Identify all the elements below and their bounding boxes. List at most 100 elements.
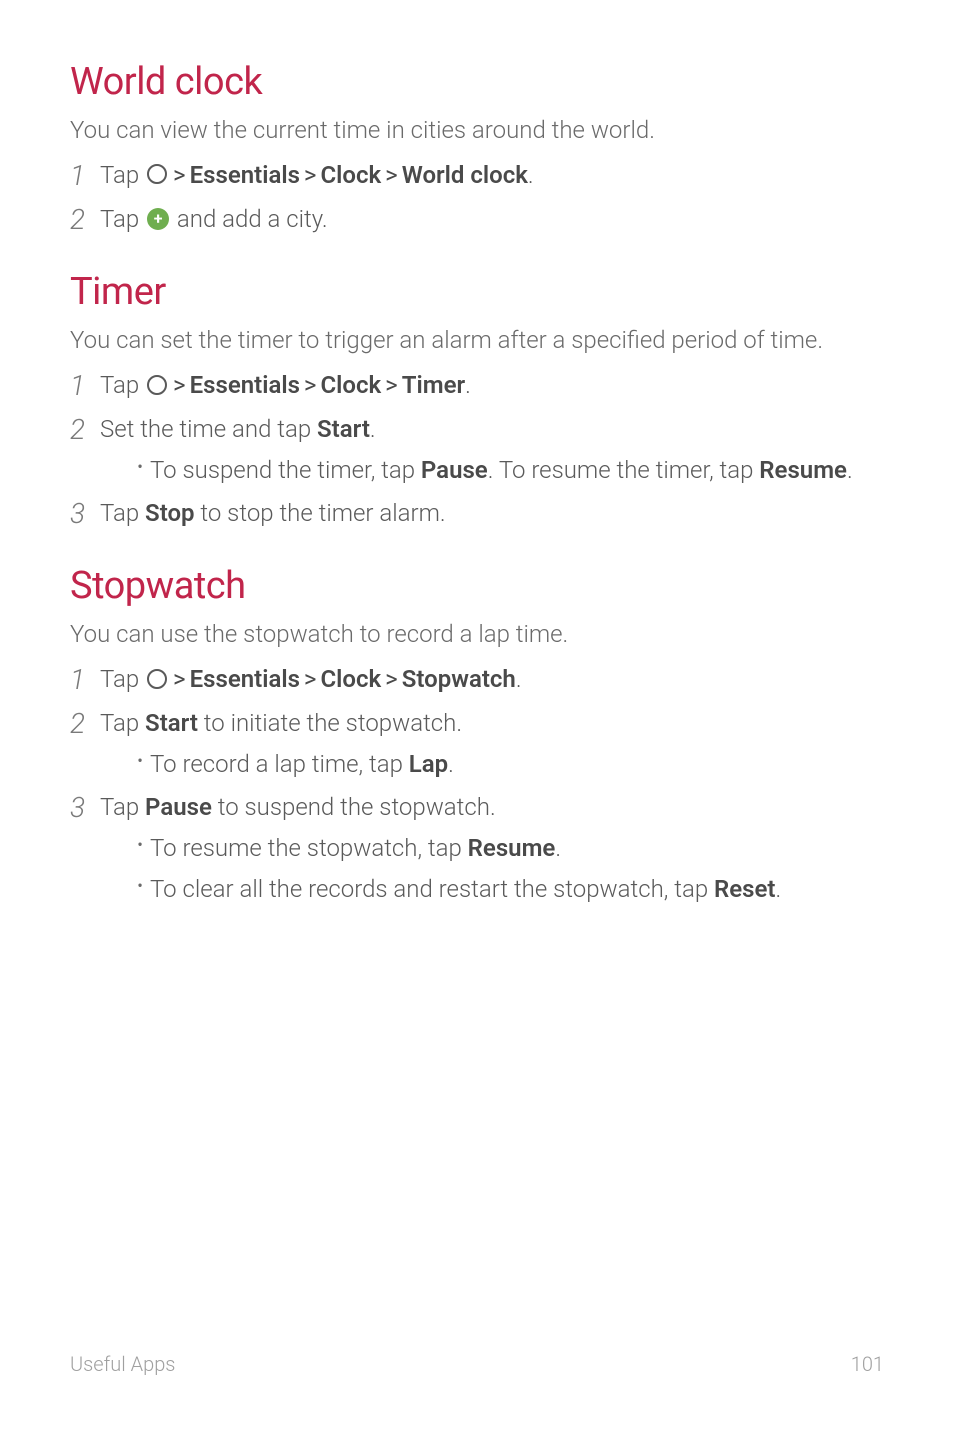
home-circle-icon <box>147 669 167 689</box>
step-number: 3 <box>70 790 100 826</box>
breadcrumb-separator: > <box>304 371 317 399</box>
breadcrumb-stopwatch: Stopwatch <box>402 665 516 693</box>
step-body: Tap >Essentials>Clock>Stopwatch. <box>100 662 884 697</box>
breadcrumb-clock: Clock <box>320 665 381 693</box>
bullet-item: • To clear all the records and restart t… <box>130 872 884 907</box>
step-body: Tap Pause to suspend the stopwatch. • To… <box>100 790 884 906</box>
breadcrumb-separator: > <box>385 371 398 399</box>
bullet-dot-icon: • <box>130 453 150 484</box>
step-number: 2 <box>70 706 100 742</box>
step-body: Tap Stop to stop the timer alarm. <box>100 496 884 531</box>
breadcrumb-essentials: Essentials <box>190 371 300 399</box>
breadcrumb-separator: > <box>385 665 398 693</box>
heading-timer: Timer <box>70 270 884 314</box>
text-tap: Tap <box>100 499 145 527</box>
label-reset: Reset <box>714 875 775 903</box>
bullet-dot-icon: • <box>130 747 150 778</box>
text-period: . <box>528 161 534 189</box>
breadcrumb-separator: > <box>304 665 317 693</box>
footer-section-name: Useful Apps <box>70 1352 175 1376</box>
text-period: . <box>847 456 853 484</box>
label-resume: Resume <box>468 834 556 862</box>
breadcrumb-essentials: Essentials <box>190 665 300 693</box>
step-number: 2 <box>70 412 100 448</box>
text-initiate: to initiate the stopwatch. <box>198 709 462 737</box>
text-record-lap: To record a lap time, tap <box>150 750 409 778</box>
step-t-3: 3 Tap Stop to stop the timer alarm. <box>70 496 884 532</box>
bullet-body: To resume the stopwatch, tap Resume. <box>150 831 884 866</box>
text-stop-timer: to stop the timer alarm. <box>195 499 446 527</box>
breadcrumb-separator: > <box>173 371 186 399</box>
text-tap: Tap <box>100 371 145 399</box>
step-body: Tap >Essentials>Clock>World clock. <box>100 158 884 193</box>
bullet-dot-icon: • <box>130 831 150 862</box>
footer-page-number: 101 <box>851 1352 884 1376</box>
breadcrumb-separator: > <box>304 161 317 189</box>
breadcrumb-timer: Timer <box>402 371 465 399</box>
breadcrumb-separator: > <box>173 665 186 693</box>
step-number: 1 <box>70 368 100 404</box>
step-sw-3: 3 Tap Pause to suspend the stopwatch. • … <box>70 790 884 906</box>
text-tap: Tap <box>100 665 145 693</box>
text-set-time: Set the time and tap <box>100 415 317 443</box>
label-pause: Pause <box>145 793 212 821</box>
text-period: . <box>465 371 471 399</box>
breadcrumb-clock: Clock <box>320 371 381 399</box>
label-start: Start <box>317 415 370 443</box>
step-number: 1 <box>70 662 100 698</box>
step-number: 1 <box>70 158 100 194</box>
step-t-1: 1 Tap >Essentials>Clock>Timer. <box>70 368 884 404</box>
page-content: World clock You can view the current tim… <box>0 0 954 906</box>
text-tap: Tap <box>100 161 145 189</box>
section-timer: Timer You can set the timer to trigger a… <box>70 270 884 532</box>
intro-world-clock: You can view the current time in cities … <box>70 114 884 148</box>
breadcrumb-separator: > <box>385 161 398 189</box>
text-suspend: To suspend the timer, tap <box>150 456 421 484</box>
text-add-city: and add a city. <box>171 205 328 233</box>
step-number: 2 <box>70 202 100 238</box>
intro-stopwatch: You can use the stopwatch to record a la… <box>70 618 884 652</box>
text-period: . <box>775 875 781 903</box>
breadcrumb-separator: > <box>173 161 186 189</box>
label-resume: Resume <box>759 456 847 484</box>
text-period: . <box>555 834 561 862</box>
bullet-body: To suspend the timer, tap Pause. To resu… <box>150 453 884 488</box>
step-sw-2: 2 Tap Start to initiate the stopwatch. •… <box>70 706 884 782</box>
text-resume-sw: To resume the stopwatch, tap <box>150 834 468 862</box>
heading-world-clock: World clock <box>70 60 884 104</box>
label-lap: Lap <box>409 750 448 778</box>
intro-timer: You can set the timer to trigger an alar… <box>70 324 884 358</box>
breadcrumb-world-clock: World clock <box>402 161 528 189</box>
text-period: . <box>516 665 522 693</box>
breadcrumb-essentials: Essentials <box>190 161 300 189</box>
heading-stopwatch: Stopwatch <box>70 564 884 608</box>
text-tap: Tap <box>100 793 145 821</box>
step-number: 3 <box>70 496 100 532</box>
bullet-item: • To resume the stopwatch, tap Resume. <box>130 831 884 866</box>
label-stop: Stop <box>145 499 195 527</box>
home-circle-icon <box>147 164 167 184</box>
breadcrumb-clock: Clock <box>320 161 381 189</box>
text-tap: Tap <box>100 205 145 233</box>
bullet-body: To clear all the records and restart the… <box>150 872 884 907</box>
text-period: . <box>448 750 454 778</box>
text-resume-pre: . To resume the timer, tap <box>488 456 760 484</box>
text-tap: Tap <box>100 709 145 737</box>
text-suspend-sw: to suspend the stopwatch. <box>212 793 496 821</box>
step-t-2: 2 Set the time and tap Start. • To suspe… <box>70 412 884 488</box>
step-body: Tap + and add a city. <box>100 202 884 237</box>
bullet-body: To record a lap time, tap Lap. <box>150 747 884 782</box>
label-pause: Pause <box>421 456 488 484</box>
text-period: . <box>370 415 376 443</box>
section-world-clock: World clock You can view the current tim… <box>70 60 884 238</box>
step-wc-1: 1 Tap >Essentials>Clock>World clock. <box>70 158 884 194</box>
step-sw-1: 1 Tap >Essentials>Clock>Stopwatch. <box>70 662 884 698</box>
home-circle-icon <box>147 375 167 395</box>
step-body: Tap >Essentials>Clock>Timer. <box>100 368 884 403</box>
step-wc-2: 2 Tap + and add a city. <box>70 202 884 238</box>
bullet-item: • To record a lap time, tap Lap. <box>130 747 884 782</box>
step-body: Tap Start to initiate the stopwatch. • T… <box>100 706 884 782</box>
label-start: Start <box>145 709 198 737</box>
section-stopwatch: Stopwatch You can use the stopwatch to r… <box>70 564 884 906</box>
page-footer: Useful Apps 101 <box>70 1352 884 1376</box>
